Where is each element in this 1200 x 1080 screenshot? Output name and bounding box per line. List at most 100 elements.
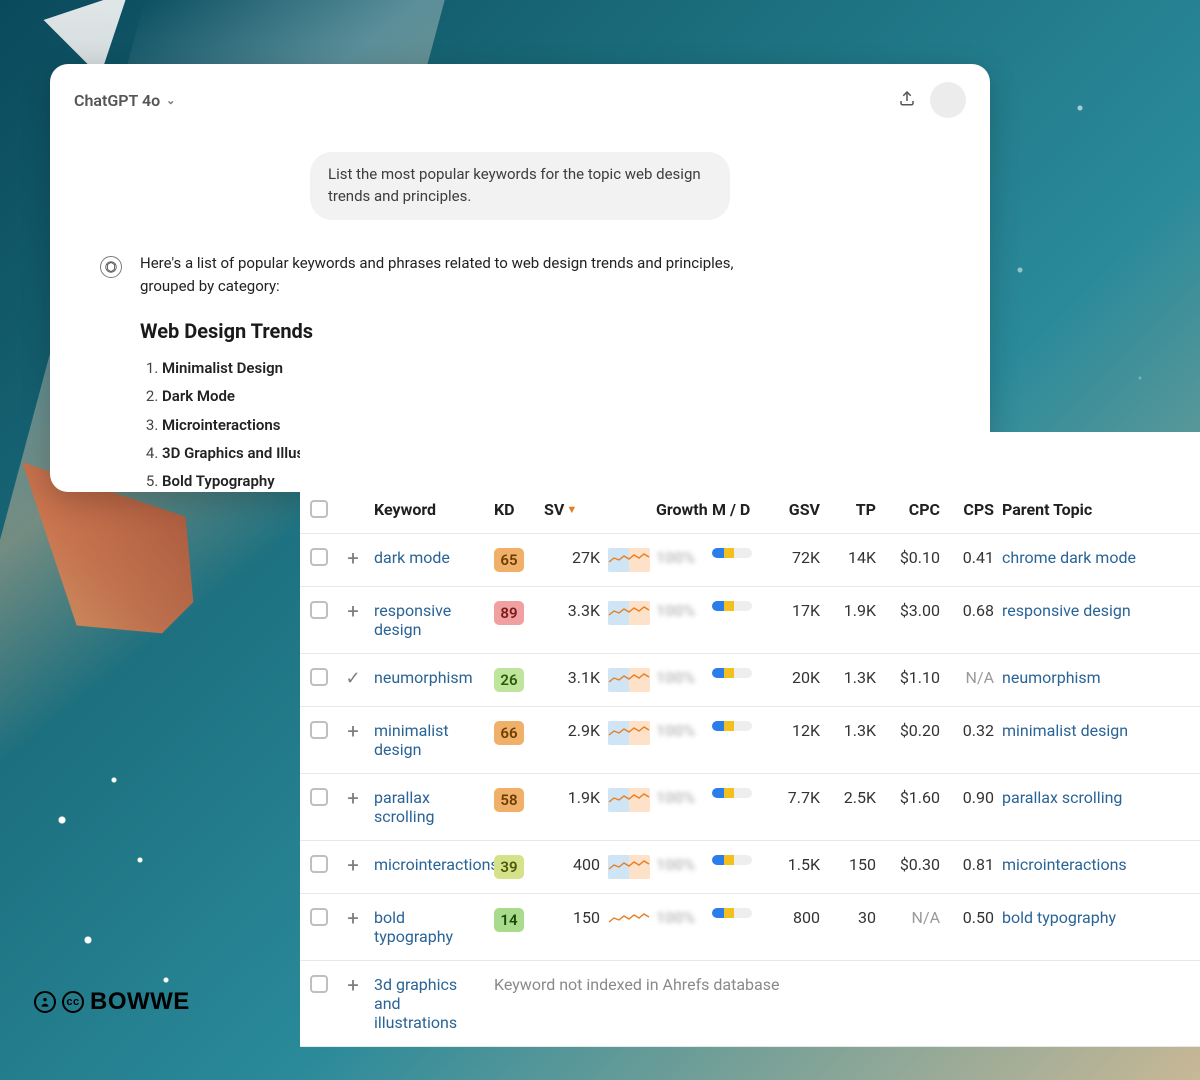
col-cps[interactable]: CPS — [944, 500, 998, 519]
cc-icon: cc — [62, 991, 84, 1013]
row-checkbox[interactable] — [310, 601, 328, 619]
check-icon[interactable]: ✓ — [336, 668, 370, 689]
row-checkbox[interactable] — [310, 855, 328, 873]
parent-topic-link[interactable]: bold typography — [1002, 908, 1116, 927]
cpc-value: $0.30 — [880, 855, 944, 874]
growth-value: 100% — [652, 721, 708, 740]
growth-value: 100% — [652, 855, 708, 874]
sparkline-icon — [608, 855, 650, 879]
user-message-text: List the most popular keywords for the t… — [328, 165, 701, 205]
cpc-value: $0.10 — [880, 548, 944, 567]
row-checkbox[interactable] — [310, 668, 328, 686]
table-row: +microinteractions39400100%1.5K150$0.300… — [300, 841, 1200, 894]
sv-value: 1.9K — [540, 788, 604, 807]
md-bar — [712, 668, 752, 678]
add-button[interactable]: + — [336, 908, 370, 928]
tp-value: 1.9K — [824, 601, 880, 620]
growth-value: 100% — [652, 908, 708, 927]
row-checkbox[interactable] — [310, 548, 328, 566]
col-gsv[interactable]: GSV — [766, 500, 824, 519]
gsv-value: 1.5K — [766, 855, 824, 874]
table-row: +responsive design893.3K100%17K1.9K$3.00… — [300, 587, 1200, 654]
keyword-link[interactable]: bold typography — [374, 908, 453, 946]
cps-value: 0.68 — [944, 601, 998, 620]
add-button[interactable]: + — [336, 855, 370, 875]
row-checkbox[interactable] — [310, 721, 328, 739]
section-heading: Web Design Trends — [140, 316, 750, 347]
table-row: +3d graphics and illustrations Keyword no… — [300, 961, 1200, 1047]
gsv-value: 20K — [766, 668, 824, 687]
md-bar — [712, 548, 752, 558]
sv-value: 400 — [540, 855, 604, 874]
add-button[interactable]: + — [336, 601, 370, 621]
table-row: +minimalist design662.9K100%12K1.3K$0.20… — [300, 707, 1200, 774]
row-checkbox[interactable] — [310, 975, 328, 993]
add-button[interactable]: + — [336, 975, 370, 995]
trend-item: Dark Mode — [162, 385, 750, 408]
keyword-link[interactable]: neumorphism — [374, 668, 473, 687]
col-tp[interactable]: TP — [824, 500, 880, 519]
sparkline-icon — [608, 788, 650, 812]
share-icon[interactable] — [898, 89, 916, 111]
cpc-value: N/A — [880, 908, 944, 927]
background-sparkles — [10, 620, 270, 1020]
parent-topic-link[interactable]: chrome dark mode — [1002, 548, 1136, 567]
keyword-link[interactable]: minimalist design — [374, 721, 449, 759]
model-selector[interactable]: ChatGPT 4o ⌄ — [74, 91, 175, 110]
md-bar — [712, 908, 752, 918]
keyword-link[interactable]: 3d graphics and illustrations — [374, 975, 457, 1032]
keyword-link[interactable]: responsive design — [374, 601, 451, 639]
col-md[interactable]: M / D — [708, 500, 766, 519]
table-row: +bold typography14150100%80030N/A0.50bol… — [300, 894, 1200, 961]
parent-topic-link[interactable]: parallax scrolling — [1002, 788, 1122, 807]
parent-topic-link[interactable]: responsive design — [1002, 601, 1131, 620]
parent-topic-link[interactable]: minimalist design — [1002, 721, 1128, 740]
table-row: ✓neumorphism263.1K100%20K1.3K$1.10N/Aneu… — [300, 654, 1200, 707]
tp-value: 14K — [824, 548, 880, 567]
col-sv[interactable]: SV ▼ — [540, 500, 604, 519]
sv-value: 3.3K — [540, 601, 604, 620]
growth-value: 100% — [652, 788, 708, 807]
row-checkbox[interactable] — [310, 788, 328, 806]
kd-badge: 14 — [494, 908, 524, 932]
not-indexed-message: Keyword not indexed in Ahrefs database — [490, 975, 1194, 994]
parent-topic-link[interactable]: neumorphism — [1002, 668, 1101, 687]
keyword-link[interactable]: dark mode — [374, 548, 450, 567]
kd-badge: 65 — [494, 548, 524, 572]
sparkline-icon — [608, 668, 650, 692]
sparkline-icon — [608, 721, 650, 745]
sparkline-icon — [608, 548, 650, 572]
table-row: +parallax scrolling581.9K100%7.7K2.5K$1.… — [300, 774, 1200, 841]
kd-badge: 66 — [494, 721, 524, 745]
parent-topic-link[interactable]: microinteractions — [1002, 855, 1127, 874]
avatar[interactable] — [930, 82, 966, 118]
col-growth[interactable]: Growth — [652, 500, 708, 519]
row-checkbox[interactable] — [310, 908, 328, 926]
tp-value: 30 — [824, 908, 880, 927]
gsv-value: 17K — [766, 601, 824, 620]
keyword-table: Keyword KD SV ▼ Growth M / D GSV TP CPC … — [300, 432, 1200, 1047]
add-button[interactable]: + — [336, 788, 370, 808]
col-kd[interactable]: KD — [490, 500, 540, 519]
cps-value: 0.41 — [944, 548, 998, 567]
select-all-checkbox[interactable] — [310, 500, 328, 518]
kd-badge: 58 — [494, 788, 524, 812]
cps-value: 0.90 — [944, 788, 998, 807]
md-bar — [712, 601, 752, 611]
add-button[interactable]: + — [336, 721, 370, 741]
keyword-link[interactable]: microinteractions — [374, 855, 499, 874]
keyword-link[interactable]: parallax scrolling — [374, 788, 435, 826]
col-parent[interactable]: Parent Topic — [998, 500, 1194, 519]
cpc-value: $0.20 — [880, 721, 944, 740]
md-bar — [712, 721, 752, 731]
kd-badge: 89 — [494, 601, 524, 625]
gsv-value: 7.7K — [766, 788, 824, 807]
kd-badge: 39 — [494, 855, 524, 879]
col-cpc[interactable]: CPC — [880, 500, 944, 519]
col-keyword[interactable]: Keyword — [370, 500, 490, 519]
sv-value: 150 — [540, 908, 604, 927]
watermark: cc BOWWE — [34, 988, 190, 1016]
add-button[interactable]: + — [336, 548, 370, 568]
tp-value: 1.3K — [824, 721, 880, 740]
model-label: ChatGPT 4o — [74, 91, 160, 110]
